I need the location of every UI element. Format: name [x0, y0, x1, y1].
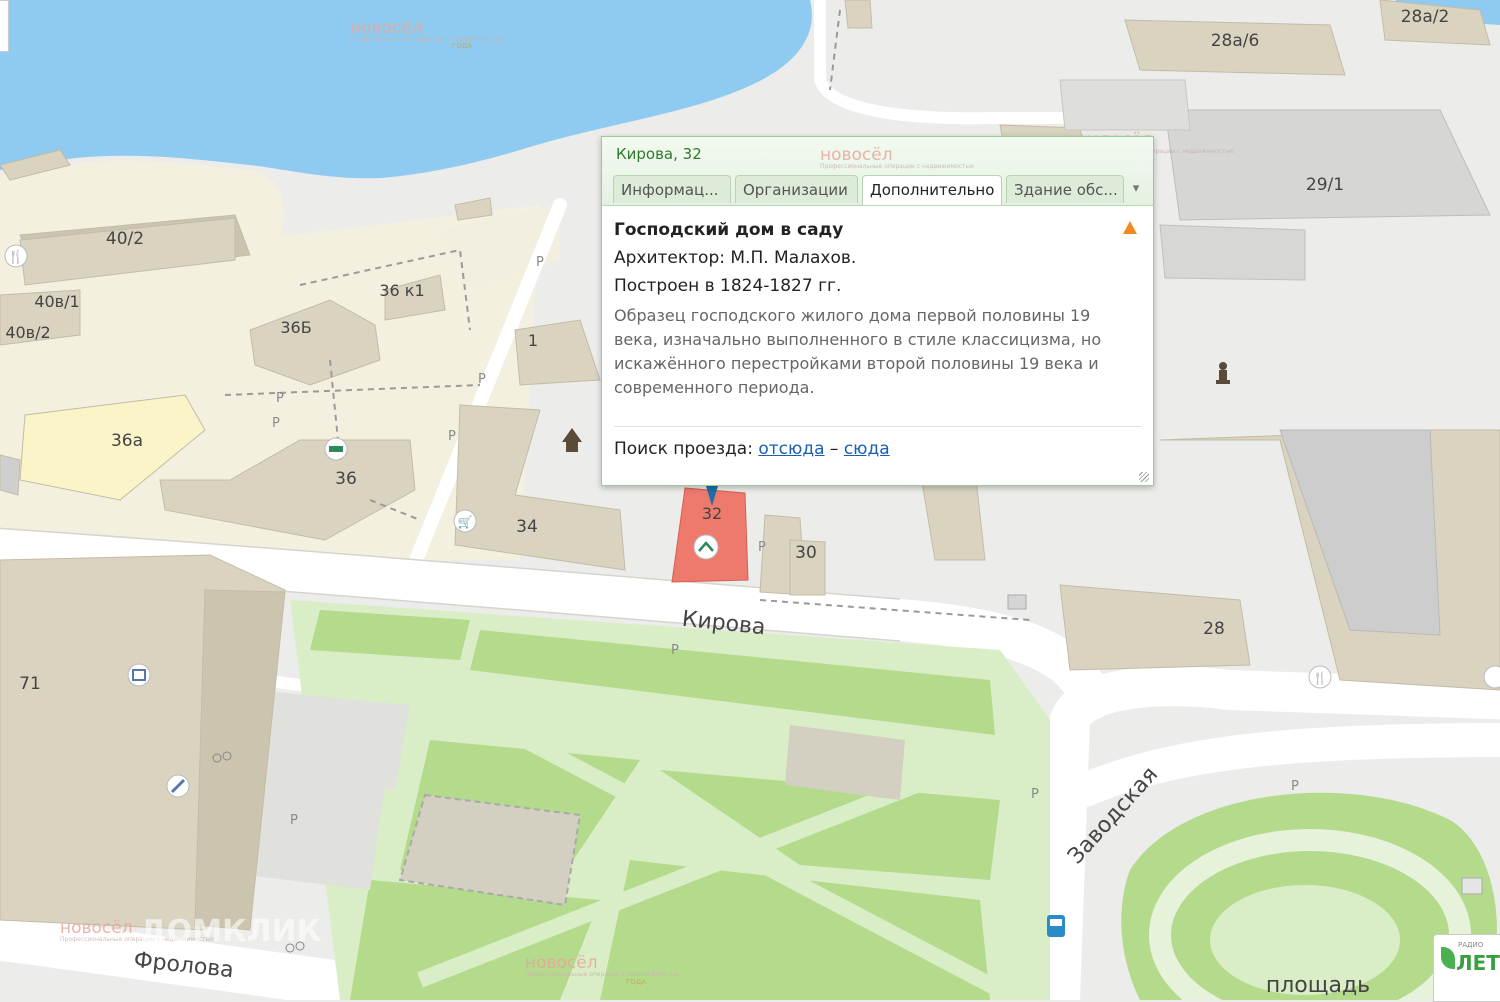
popup-resize-handle[interactable] — [1139, 472, 1149, 482]
tab-organizations[interactable]: Организации — [735, 175, 858, 203]
svg-text:🍴: 🍴 — [8, 249, 24, 265]
popup-divider — [614, 426, 1141, 427]
svg-text:🛒: 🛒 — [458, 515, 473, 529]
parking-label: P — [276, 391, 284, 406]
route-search: Поиск проезда: отсюда – сюда — [614, 439, 1141, 459]
warning-icon[interactable] — [1123, 221, 1137, 234]
parking-label: P — [1031, 787, 1039, 802]
tab-additional[interactable]: Дополнительно — [862, 175, 1002, 205]
building-number: 36Б — [280, 318, 311, 337]
object-architect: Архитектор: М.П. Малахов. — [614, 248, 857, 268]
sport-icon[interactable] — [127, 663, 151, 687]
building-number: 28а/6 — [1211, 31, 1260, 51]
building-3d-icon — [1461, 877, 1483, 895]
building-number: 36 к1 — [379, 281, 424, 300]
logo-text: ЛЕТ — [1456, 951, 1500, 975]
route-label: Поиск проезда: — [614, 439, 753, 459]
popup-header: Кирова, 32 новосёл Профессиональные опер… — [602, 137, 1153, 206]
cafe-icon[interactable]: 🍴 — [1308, 665, 1332, 689]
info-popup: Кирова, 32 новосёл Профессиональные опер… — [601, 136, 1154, 486]
route-dash: – — [829, 439, 839, 459]
building-number: 30 — [795, 543, 817, 563]
radio-logo[interactable]: РАДИО ЛЕТ — [1433, 934, 1500, 1002]
watermark-sub: Профессиональные операции с недвижимость… — [820, 163, 975, 170]
parking-label: P — [290, 813, 298, 828]
map-control-edge[interactable] — [0, 0, 9, 52]
tab-building[interactable]: Здание обс... — [1006, 175, 1124, 203]
logo-small-text: РАДИО — [1458, 941, 1484, 949]
tabs-more-icon[interactable]: ▾ — [1128, 175, 1144, 205]
leaf-icon — [1441, 947, 1455, 969]
parking-label: P — [272, 416, 280, 431]
watermark-brand: новосёл — [820, 145, 893, 165]
watermark-logo: новосёл Профессиональные операции с недв… — [820, 145, 974, 170]
route-from-link[interactable]: отсюда — [758, 439, 824, 459]
bus-stop-icon[interactable] — [1047, 915, 1065, 937]
building-number: 40в/1 — [34, 292, 79, 311]
building-number: 29/1 — [1306, 175, 1344, 195]
popup-tabs: Информац... Организации Дополнительно Зд… — [613, 175, 1149, 205]
object-built: Построен в 1824-1827 гг. — [614, 276, 842, 296]
parking-label: P — [478, 372, 486, 387]
building-kirova-32-highlighted — [671, 487, 749, 583]
popup-address: Кирова, 32 — [616, 145, 702, 163]
popup-body: Господский дом в саду Архитектор: М.П. М… — [602, 206, 1153, 459]
parking-label: P — [1291, 779, 1299, 794]
tab-info[interactable]: Информац... — [613, 175, 731, 203]
sport-icon[interactable] — [166, 774, 190, 798]
place-label-ploshchad: площадь — [1266, 973, 1370, 998]
building-number: 1 — [528, 331, 538, 350]
object-description: Образец господского жилого дома первой п… — [614, 306, 1102, 397]
object-title: Господский дом в саду — [614, 220, 844, 240]
parking-label: P — [448, 429, 456, 444]
building-number: 71 — [19, 674, 41, 694]
building-number: 28 — [1203, 619, 1225, 639]
building-number: 34 — [516, 517, 538, 537]
building-number: 36а — [111, 431, 143, 451]
route-to-link[interactable]: сюда — [844, 439, 890, 459]
building-number: 32 — [702, 504, 722, 523]
building-number: 36 — [335, 469, 357, 489]
building-number: 40в/2 — [5, 323, 50, 342]
restaurant-icon[interactable]: 🍴 — [4, 244, 28, 268]
parking-label: P — [536, 255, 544, 270]
clothing-store-icon[interactable] — [693, 534, 719, 560]
svg-text:🍴: 🍴 — [1313, 671, 1328, 685]
hotel-icon[interactable] — [324, 437, 348, 461]
building-number: 28а/2 — [1401, 7, 1450, 27]
parking-label: P — [671, 643, 679, 658]
building-number: 40/2 — [106, 229, 144, 249]
parking-label: P — [758, 540, 766, 555]
shop-icon[interactable]: 🛒 — [453, 509, 477, 533]
entrance-marker-icon — [1007, 594, 1027, 610]
